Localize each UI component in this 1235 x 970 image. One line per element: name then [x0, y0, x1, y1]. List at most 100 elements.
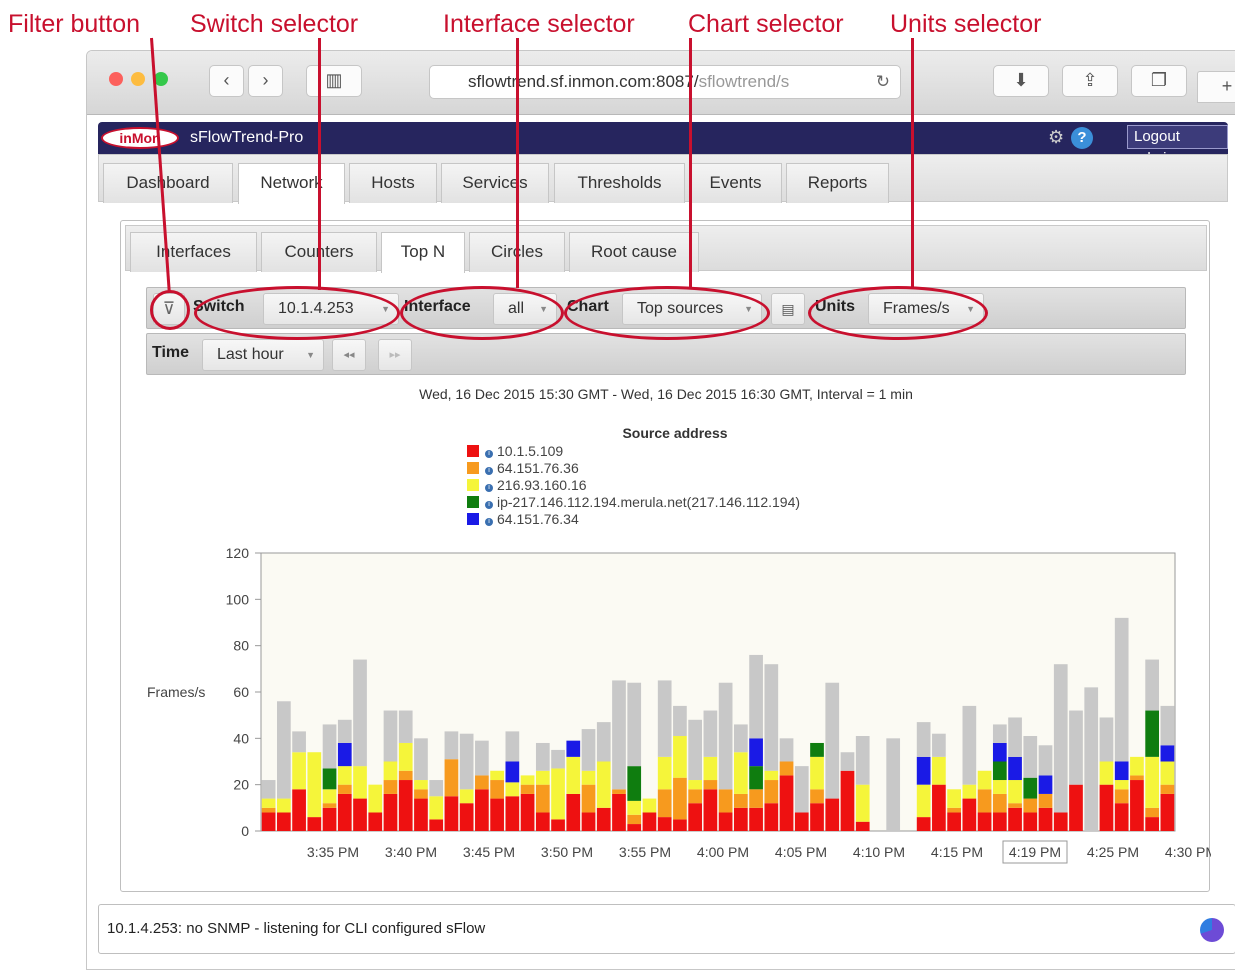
filter-icon: ⊽: [162, 299, 176, 318]
time-selector[interactable]: Last hour ▼: [202, 339, 324, 371]
legend-item[interactable]: i 64.151.76.34: [467, 511, 800, 528]
bar-segment: [612, 789, 626, 794]
bar-segment: [566, 793, 581, 831]
y-axis-label: Frames/s: [147, 684, 205, 700]
reload-icon[interactable]: ↻: [876, 66, 890, 98]
tab-services[interactable]: Services: [441, 163, 549, 203]
sidebar-toggle-button[interactable]: ▥: [306, 65, 362, 97]
downloads-button[interactable]: ⬇: [993, 65, 1049, 97]
legend-item[interactable]: i 216.93.160.16: [467, 477, 800, 494]
bar-segment: [368, 784, 383, 813]
bar-segment: [779, 738, 794, 762]
plus-icon: +: [1221, 76, 1233, 96]
bar-segment: [383, 761, 398, 781]
switch-selector[interactable]: 10.1.4.253 ▼: [263, 293, 399, 325]
app-name: sFlowTrend-Pro: [190, 129, 304, 146]
bar-segment: [566, 756, 581, 794]
bar-segment: [322, 803, 337, 808]
bar-segment: [703, 756, 718, 781]
bar-segment: [1099, 761, 1114, 785]
tabs-overview-button[interactable]: ❐: [1131, 65, 1187, 97]
tab-interfaces[interactable]: Interfaces: [130, 232, 257, 272]
new-tab-button[interactable]: +: [1197, 71, 1235, 103]
tab-thresholds[interactable]: Thresholds: [554, 163, 685, 203]
info-icon[interactable]: i: [485, 518, 493, 526]
info-icon[interactable]: i: [485, 501, 493, 509]
y-tick-label: 0: [241, 823, 249, 839]
units-selector[interactable]: Frames/s ▼: [868, 293, 984, 325]
tab-reports[interactable]: Reports: [786, 163, 889, 203]
minimize-window-button[interactable]: [131, 72, 145, 86]
bar-segment: [551, 768, 565, 820]
close-window-button[interactable]: [109, 72, 123, 86]
legend-label: 64.151.76.34: [497, 511, 579, 527]
chart-selector[interactable]: Top sources ▼: [622, 293, 762, 325]
bar-segment: [673, 736, 687, 778]
info-icon[interactable]: i: [485, 467, 493, 475]
top-sources-chart[interactable]: 0 20 40 60 80 100 120 Frames/s 3:35 PM 3:40 PM 3:4…: [121, 539, 1211, 879]
url-text: sflowtrend.sf.inmon.com:8087/: [468, 72, 699, 91]
bar-segment: [337, 742, 352, 767]
bar-segment: [1130, 756, 1144, 776]
interface-selector[interactable]: all ▼: [493, 293, 557, 325]
chart-options-button[interactable]: ▤: [771, 293, 805, 325]
bar-segment: [932, 733, 946, 757]
bar-segment: [551, 749, 565, 769]
network-panel: Interfaces Counters Top N Circles Root c…: [120, 220, 1211, 892]
tab-dashboard[interactable]: Dashboard: [103, 163, 233, 203]
bar-segment: [1038, 745, 1053, 776]
chevron-down-icon: ▼: [306, 350, 315, 360]
bar-segment: [429, 780, 444, 797]
chevron-down-icon: ▼: [744, 304, 753, 314]
bar-segment: [688, 789, 703, 804]
help-icon[interactable]: ?: [1071, 127, 1093, 149]
bar-segment: [505, 761, 520, 783]
annotation-interface-selector: Interface selector: [443, 10, 635, 38]
back-button[interactable]: ‹: [209, 65, 244, 97]
bar-segment: [1114, 780, 1129, 790]
logout-button[interactable]: Logout admin: [1127, 125, 1228, 167]
tab-top-n[interactable]: Top N: [381, 232, 465, 273]
bar-segment: [398, 742, 413, 771]
sub-tabs: Interfaces Counters Top N Circles Root c…: [125, 225, 1207, 273]
bar-segment: [1084, 687, 1099, 831]
tab-root-cause[interactable]: Root cause: [569, 232, 699, 272]
info-icon[interactable]: i: [485, 450, 493, 458]
filter-button[interactable]: ⊽: [153, 293, 185, 325]
gear-icon[interactable]: ⚙: [1048, 127, 1064, 148]
bar-segment: [916, 756, 931, 785]
bar-segment: [992, 780, 1007, 794]
bar-segment: [1114, 761, 1129, 781]
tab-hosts[interactable]: Hosts: [349, 163, 437, 203]
share-button[interactable]: ⇪: [1062, 65, 1118, 97]
bar-segment: [764, 664, 779, 771]
legend-swatch: [467, 445, 479, 457]
chart-legend: i 10.1.5.109 i 64.151.76.36 i 216.93.160.16 i i…: [467, 443, 800, 528]
bar-segment: [703, 780, 718, 790]
bar-segment: [490, 780, 504, 799]
status-text: 10.1.4.253: no SNMP - listening for CLI …: [107, 920, 486, 937]
bar-segment: [642, 812, 657, 831]
tab-network[interactable]: Network: [238, 163, 345, 204]
y-tick-label: 80: [233, 638, 249, 654]
main-tabs: Dashboard Network Hosts Services Thresho…: [98, 154, 1228, 204]
bar-segment: [779, 775, 794, 831]
bar-segment: [1008, 807, 1022, 831]
bar-segment: [459, 733, 474, 790]
next-interval-button[interactable]: ▸▸: [378, 339, 412, 371]
tab-events[interactable]: Events: [689, 163, 782, 203]
bar-segment: [520, 775, 535, 785]
bar-segment: [490, 770, 504, 781]
address-bar[interactable]: sflowtrend.sf.inmon.com:8087/sflowtrend/…: [429, 65, 901, 99]
selector-toolbar: ⊽ Switch 10.1.4.253 ▼ Interface all ▼ Char…: [146, 287, 1186, 329]
legend-item[interactable]: i 10.1.5.109: [467, 443, 800, 460]
bar-segment: [1130, 775, 1144, 781]
previous-interval-button[interactable]: ◂◂: [332, 339, 366, 371]
legend-item[interactable]: i 64.151.76.36: [467, 460, 800, 477]
x-tick-label: 3:45 PM: [463, 844, 515, 860]
bar-segment: [581, 784, 596, 813]
forward-button[interactable]: ›: [248, 65, 283, 97]
bar-segment: [1145, 756, 1160, 808]
info-icon[interactable]: i: [485, 484, 493, 492]
legend-item[interactable]: i ip-217.146.112.194.merula.net(217.146.1…: [467, 494, 800, 511]
